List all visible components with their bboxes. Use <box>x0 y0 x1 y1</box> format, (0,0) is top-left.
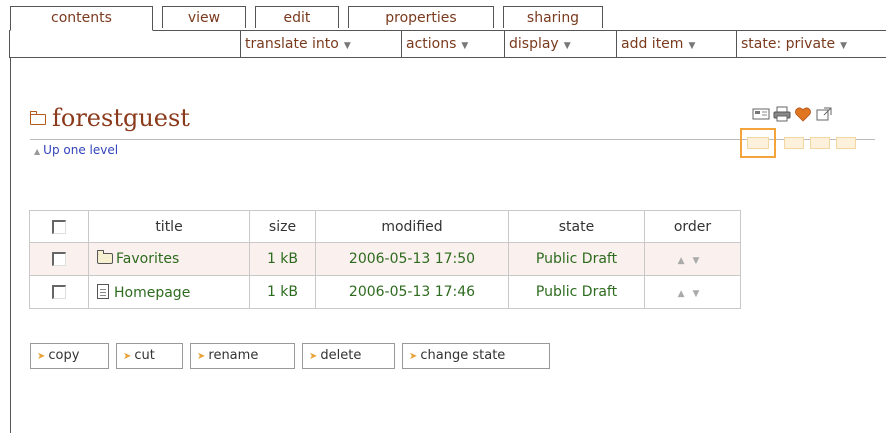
chevron-down-icon: ▼ <box>461 41 469 51</box>
content-left-border <box>10 58 11 433</box>
favorite-icon[interactable] <box>794 106 812 122</box>
fullscreen-icon[interactable] <box>815 106 833 122</box>
tab-sharing[interactable]: sharing <box>503 6 603 28</box>
summary-view-icon[interactable] <box>784 137 804 149</box>
display-label: display <box>509 36 559 52</box>
move-up-icon[interactable]: ▲ <box>678 256 693 266</box>
column-header-state[interactable]: state <box>508 210 645 243</box>
send-to-icon[interactable] <box>752 106 770 122</box>
copy-label: copy <box>48 348 80 363</box>
arrow-up-icon: ▲ <box>34 147 41 156</box>
table-row: Favorites 1 kB 2006-05-13 17:50 Public D… <box>29 242 741 276</box>
table-header-row: title size modified state order <box>29 210 741 243</box>
chevron-down-icon: ▼ <box>343 41 351 51</box>
delete-button[interactable]: ➤ delete <box>302 343 395 369</box>
tab-properties[interactable]: properties <box>348 6 494 28</box>
change-state-label: change state <box>420 348 506 363</box>
cut-label: cut <box>134 348 155 363</box>
row-select <box>29 242 89 276</box>
up-one-level-label: Up one level <box>43 143 119 157</box>
print-icon[interactable] <box>773 106 791 122</box>
up-one-level-link[interactable]: ▲ Up one level <box>34 143 118 157</box>
add-item-menu[interactable]: add item ▼ <box>616 31 736 57</box>
item-title-link[interactable]: Homepage <box>114 285 190 301</box>
chevron-down-icon: ▼ <box>840 41 848 51</box>
state-menu[interactable]: state: private ▼ <box>736 31 886 57</box>
row-checkbox[interactable] <box>52 285 66 299</box>
translate-into-label: translate into <box>245 36 339 52</box>
state-label: state: private <box>741 36 836 52</box>
item-state: Public Draft <box>508 275 645 309</box>
column-header-title[interactable]: title <box>88 210 250 243</box>
delete-label: delete <box>320 348 362 363</box>
arrow-right-icon: ➤ <box>309 351 318 362</box>
arrow-right-icon: ➤ <box>197 351 206 362</box>
item-title-cell: Homepage <box>88 275 250 309</box>
chevron-down-icon: ▼ <box>688 41 696 51</box>
column-header-size[interactable]: size <box>249 210 316 243</box>
item-modified: 2006-05-13 17:50 <box>315 242 509 276</box>
page-title: forestguest <box>52 104 190 132</box>
translate-into-menu[interactable]: translate into ▼ <box>240 31 401 57</box>
move-down-icon[interactable]: ▼ <box>693 256 708 266</box>
folder-icon <box>97 250 113 264</box>
item-size: 1 kB <box>249 242 316 276</box>
thumbnail-view-icon[interactable] <box>836 137 856 149</box>
tab-view[interactable]: view <box>162 6 246 28</box>
tabular-view-icon[interactable] <box>810 137 830 149</box>
move-down-icon[interactable]: ▼ <box>693 289 708 299</box>
item-state: Public Draft <box>508 242 645 276</box>
actions-label: actions <box>406 36 457 52</box>
item-title-cell: Favorites <box>88 242 250 276</box>
display-menu[interactable]: display ▼ <box>504 31 616 57</box>
change-state-button[interactable]: ➤ change state <box>402 343 550 369</box>
select-all-header <box>29 210 89 243</box>
item-title-link[interactable]: Favorites <box>116 251 179 267</box>
arrow-right-icon: ➤ <box>409 351 418 362</box>
folder-icon <box>30 111 46 125</box>
document-icon <box>97 283 109 299</box>
column-header-modified[interactable]: modified <box>315 210 509 243</box>
select-all-checkbox[interactable] <box>52 219 66 234</box>
arrow-right-icon: ➤ <box>37 351 46 362</box>
contents-table: title size modified state order Favorite… <box>29 210 741 309</box>
row-select <box>29 275 89 309</box>
tab-edit[interactable]: edit <box>255 6 339 28</box>
copy-button[interactable]: ➤ copy <box>30 343 109 369</box>
table-row: Homepage 1 kB 2006-05-13 17:46 Public Dr… <box>29 275 741 309</box>
arrow-right-icon: ➤ <box>123 351 132 362</box>
add-item-label: add item <box>621 36 684 52</box>
item-order: ▲▼ <box>644 275 741 309</box>
item-order: ▲▼ <box>644 242 741 276</box>
item-size: 1 kB <box>249 275 316 309</box>
column-header-order: order <box>644 210 741 243</box>
rename-label: rename <box>208 348 259 363</box>
tab-contents[interactable]: contents <box>10 6 153 31</box>
row-checkbox[interactable] <box>52 252 66 266</box>
item-modified: 2006-05-13 17:46 <box>315 275 509 309</box>
rename-button[interactable]: ➤ rename <box>190 343 295 369</box>
content-actions-bar: translate into ▼ actions ▼ display ▼ add it… <box>9 30 886 58</box>
actions-menu[interactable]: actions ▼ <box>401 31 504 57</box>
chevron-down-icon: ▼ <box>563 41 571 51</box>
move-up-icon[interactable]: ▲ <box>678 289 693 299</box>
folder-listing-icon[interactable] <box>747 137 769 149</box>
cut-button[interactable]: ➤ cut <box>116 343 183 369</box>
